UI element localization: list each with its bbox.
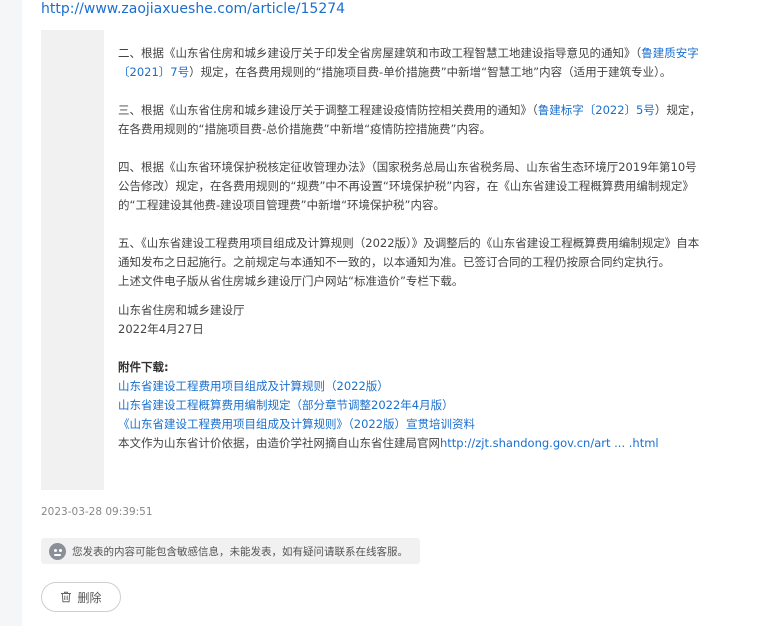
delete-button-label: 删除 — [77, 590, 102, 605]
comment-page: http://www.zaojiaxueshe.com/article/1527… — [0, 0, 768, 626]
sad-face-icon — [49, 542, 66, 560]
notice-text: 您发表的内容可能包含敏感信息，未能发表，如有疑问请联系在线客服。 — [72, 545, 408, 558]
doc-number-link[interactable]: 鲁建标字〔2022〕5号 — [538, 103, 655, 117]
paragraph-5: 五、《山东省建设工程费用项目组成及计算规则（2022版）》及调整后的《山东省建设… — [118, 234, 704, 291]
left-rail — [0, 0, 22, 626]
post-timestamp: 2023-03-28 09:39:51 — [41, 506, 153, 518]
quote-bar — [41, 30, 104, 490]
paragraph-2-text: 二、根据《山东省住房和城乡建设厅关于印发全省房屋建筑和市政工程智慧工地建设指导意… — [118, 46, 642, 60]
source-note: 本文作为山东省计价依据，由造价学社网摘自山东省住建局官网http://zjt.s… — [118, 434, 704, 453]
article-url-link[interactable]: http://www.zaojiaxueshe.com/article/1527… — [41, 1, 345, 17]
paragraph-5-text: 五、《山东省建设工程费用项目组成及计算规则（2022版）》及调整后的《山东省建设… — [118, 236, 700, 269]
paragraph-5-download-note: 上述文件电子版从省住房城乡建设厅门户网站“标准造价”专栏下载。 — [118, 274, 464, 288]
delete-button[interactable]: 删除 — [41, 582, 121, 612]
source-text: 本文作为山东省计价依据，由造价学社网摘自山东省住建局官网 — [118, 436, 440, 450]
attachments-title: 附件下载: — [118, 360, 169, 374]
trash-icon — [61, 591, 72, 603]
attachment-link[interactable]: 《山东省建设工程费用项目组成及计算规则》（2022版）宣贯培训资料 — [118, 415, 704, 434]
article-content: 二、根据《山东省住房和城乡建设厅关于印发全省房屋建筑和市政工程智慧工地建设指导意… — [118, 44, 704, 453]
attachment-link[interactable]: 山东省建设工程概算费用编制规定（部分章节调整2022年4月版） — [118, 396, 704, 415]
paragraph-2-text-end: ）规定，在各费用规则的“措施项目费-单价措施费”中新增“智慧工地”内容（适用于建… — [189, 65, 672, 79]
paragraph-2: 二、根据《山东省住房和城乡建设厅关于印发全省房屋建筑和市政工程智慧工地建设指导意… — [118, 44, 704, 82]
attachment-link[interactable]: 山东省建设工程费用项目组成及计算规则（2022版） — [118, 377, 704, 396]
paragraph-3: 三、根据《山东省住房和城乡建设厅关于调整工程建设疫情防控相关费用的通知》（鲁建标… — [118, 101, 704, 139]
sensitive-content-notice: 您发表的内容可能包含敏感信息，未能发表，如有疑问请联系在线客服。 — [41, 538, 420, 564]
signature-date: 2022年4月27日 — [118, 322, 204, 336]
signature-org: 山东省住房和城乡建设厅 — [118, 303, 245, 317]
paragraph-3-text: 三、根据《山东省住房和城乡建设厅关于调整工程建设疫情防控相关费用的通知》（ — [118, 103, 538, 117]
paragraph-4: 四、根据《山东省环境保护税核定征收管理办法》（国家税务总局山东省税务局、山东省生… — [118, 160, 697, 212]
source-url-link[interactable]: http://zjt.shandong.gov.cn/art ... .html — [440, 436, 659, 450]
